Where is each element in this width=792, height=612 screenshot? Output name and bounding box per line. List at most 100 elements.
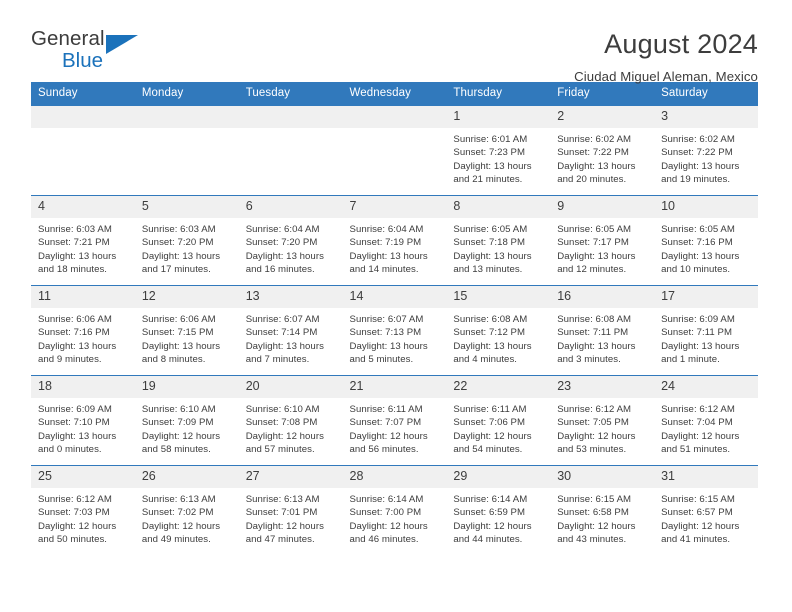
calendar-day-cell[interactable]: 22 Sunrise: 6:11 AM Sunset: 7:06 PM Dayligh… (446, 375, 551, 466)
sunrise-text: Sunrise: 6:07 AM (349, 314, 424, 325)
general-blue-logo[interactable]: General Blue (31, 28, 151, 76)
calendar-day-cell[interactable]: 5 Sunrise: 6:03 AM Sunset: 7:20 PM Daylight… (134, 195, 239, 286)
day-details: Sunrise: 6:07 AM Sunset: 7:14 PM Daylight:… (239, 308, 343, 366)
daylight-text-line2: and 43 minutes. (557, 533, 627, 545)
daylight-text-line1: Daylight: 12 hours (557, 520, 636, 532)
calendar-day-cell[interactable]: 13 Sunrise: 6:07 AM Sunset: 7:14 PM Dayligh… (238, 285, 343, 376)
calendar-day-cell[interactable]: 10 Sunrise: 6:05 AM Sunset: 7:16 PM Dayligh… (654, 195, 758, 286)
daylight-text-line1: Daylight: 13 hours (453, 340, 532, 352)
sunrise-text: Sunrise: 6:12 AM (661, 404, 735, 415)
sunrise-text: Sunrise: 6:05 AM (453, 224, 528, 235)
daylight-text-line1: Daylight: 13 hours (245, 250, 324, 262)
day-details: Sunrise: 6:10 AM Sunset: 7:09 PM Daylight:… (135, 398, 239, 456)
daylight-text-line2: and 10 minutes. (661, 263, 731, 275)
sunrise-text: Sunrise: 6:13 AM (245, 494, 320, 505)
sunset-text: Sunset: 7:09 PM (141, 417, 214, 429)
daylight-text-line2: and 13 minutes. (453, 263, 523, 275)
day-number: 25 (31, 466, 135, 488)
day-details: Sunrise: 6:08 AM Sunset: 7:12 PM Daylight:… (446, 308, 550, 366)
daylight-text-line2: and 50 minutes. (38, 533, 108, 545)
day-number: 30 (550, 466, 655, 488)
daylight-text-line1: Daylight: 12 hours (245, 520, 324, 532)
daylight-text-line2: and 19 minutes. (661, 173, 731, 185)
calendar-day-cell[interactable]: 25 Sunrise: 6:12 AM Sunset: 7:03 PM Dayligh… (31, 465, 135, 556)
day-details: Sunrise: 6:14 AM Sunset: 6:59 PM Daylight:… (446, 488, 550, 546)
daylight-text-line1: Daylight: 13 hours (557, 160, 636, 172)
calendar-day-cell[interactable]: 3 Sunrise: 6:02 AM Sunset: 7:22 PM Daylight… (654, 105, 758, 196)
calendar-day-cell[interactable]: 30 Sunrise: 6:15 AM Sunset: 6:58 PM Dayligh… (550, 465, 655, 556)
daylight-text-line2: and 12 minutes. (557, 263, 627, 275)
daylight-text-line2: and 46 minutes. (349, 533, 419, 545)
day-details: Sunrise: 6:03 AM Sunset: 7:20 PM Daylight:… (135, 218, 239, 276)
calendar-day-cell[interactable]: 4 Sunrise: 6:03 AM Sunset: 7:21 PM Daylight… (31, 195, 135, 286)
daylight-text-line1: Daylight: 13 hours (557, 250, 636, 262)
calendar-day-cell-empty (134, 105, 239, 196)
calendar-day-cell[interactable]: 29 Sunrise: 6:14 AM Sunset: 6:59 PM Dayligh… (446, 465, 551, 556)
sunrise-text: Sunrise: 6:11 AM (453, 404, 527, 415)
daylight-text-line1: Daylight: 12 hours (38, 520, 117, 532)
daylight-text-line1: Daylight: 12 hours (453, 520, 532, 532)
daylight-text-line2: and 49 minutes. (141, 533, 211, 545)
sunset-text: Sunset: 7:02 PM (141, 507, 214, 519)
calendar-day-cell[interactable]: 20 Sunrise: 6:10 AM Sunset: 7:08 PM Dayligh… (238, 375, 343, 466)
calendar-day-cell[interactable]: 7 Sunrise: 6:04 AM Sunset: 7:19 PM Daylight… (342, 195, 447, 286)
day-number: 1 (446, 106, 551, 128)
logo-triangle-icon (106, 35, 138, 54)
calendar-page: General Blue August 2024 Ciudad Miguel A… (0, 0, 792, 612)
daylight-text-line2: and 18 minutes. (38, 263, 108, 275)
calendar-day-cell[interactable]: 14 Sunrise: 6:07 AM Sunset: 7:13 PM Dayligh… (342, 285, 447, 376)
calendar-day-cell[interactable]: 15 Sunrise: 6:08 AM Sunset: 7:12 PM Dayligh… (446, 285, 551, 376)
sunset-text: Sunset: 7:10 PM (38, 417, 110, 429)
daylight-text-line1: Daylight: 13 hours (453, 250, 532, 262)
sunrise-text: Sunrise: 6:14 AM (453, 494, 528, 505)
calendar-day-cell[interactable]: 12 Sunrise: 6:06 AM Sunset: 7:15 PM Dayligh… (134, 285, 239, 376)
calendar-day-cell[interactable]: 31 Sunrise: 6:15 AM Sunset: 6:57 PM Dayligh… (654, 465, 758, 556)
calendar-day-cell[interactable]: 23 Sunrise: 6:12 AM Sunset: 7:05 PM Dayligh… (550, 375, 655, 466)
daylight-text-line1: Daylight: 12 hours (349, 520, 428, 532)
calendar-day-cell[interactable]: 17 Sunrise: 6:09 AM Sunset: 7:11 PM Dayligh… (654, 285, 758, 376)
day-details: Sunrise: 6:05 AM Sunset: 7:18 PM Daylight:… (446, 218, 550, 276)
sunrise-text: Sunrise: 6:15 AM (661, 494, 735, 505)
calendar-day-cell[interactable]: 21 Sunrise: 6:11 AM Sunset: 7:07 PM Dayligh… (342, 375, 447, 466)
calendar-week-row: 25 Sunrise: 6:12 AM Sunset: 7:03 PM Dayligh… (31, 465, 758, 556)
calendar-day-cell[interactable]: 1 Sunrise: 6:01 AM Sunset: 7:23 PM Daylight… (446, 105, 551, 196)
sunrise-text: Sunrise: 6:04 AM (349, 224, 424, 235)
calendar-day-cell[interactable]: 6 Sunrise: 6:04 AM Sunset: 7:20 PM Daylight… (238, 195, 343, 286)
day-number: 2 (550, 106, 655, 128)
day-number: 11 (31, 286, 135, 308)
sunset-text: Sunset: 7:19 PM (349, 237, 422, 249)
day-number: 19 (134, 376, 239, 398)
day-details: Sunrise: 6:05 AM Sunset: 7:17 PM Daylight:… (550, 218, 654, 276)
day-number: 4 (31, 196, 135, 218)
sunset-text: Sunset: 7:21 PM (38, 237, 110, 249)
daylight-text-line1: Daylight: 13 hours (141, 250, 221, 262)
calendar-day-cell[interactable]: 18 Sunrise: 6:09 AM Sunset: 7:10 PM Dayligh… (31, 375, 135, 466)
calendar-day-cell[interactable]: 24 Sunrise: 6:12 AM Sunset: 7:04 PM Dayligh… (654, 375, 758, 466)
calendar-day-cell-empty (31, 105, 135, 196)
calendar-day-cell[interactable]: 11 Sunrise: 6:06 AM Sunset: 7:16 PM Dayligh… (31, 285, 135, 376)
calendar-day-cell[interactable]: 16 Sunrise: 6:08 AM Sunset: 7:11 PM Dayligh… (550, 285, 655, 376)
daylight-text-line1: Daylight: 13 hours (38, 250, 117, 262)
day-number: 29 (446, 466, 551, 488)
title-block: August 2024 Ciudad Miguel Aleman, Mexico (574, 28, 758, 87)
day-details: Sunrise: 6:10 AM Sunset: 7:08 PM Daylight:… (239, 398, 343, 456)
sunrise-text: Sunrise: 6:06 AM (141, 314, 216, 325)
daylight-text-line2: and 17 minutes. (141, 263, 211, 275)
calendar-day-cell[interactable]: 9 Sunrise: 6:05 AM Sunset: 7:17 PM Daylight… (550, 195, 655, 286)
day-details: Sunrise: 6:06 AM Sunset: 7:16 PM Daylight:… (31, 308, 135, 366)
calendar-day-cell[interactable]: 8 Sunrise: 6:05 AM Sunset: 7:18 PM Daylight… (446, 195, 551, 286)
calendar-day-cell[interactable]: 2 Sunrise: 6:02 AM Sunset: 7:22 PM Daylight… (550, 105, 655, 196)
sunrise-text: Sunrise: 6:08 AM (453, 314, 528, 325)
daylight-text-line1: Daylight: 12 hours (661, 520, 740, 532)
daylight-text-line2: and 44 minutes. (453, 533, 523, 545)
calendar-day-cell[interactable]: 27 Sunrise: 6:13 AM Sunset: 7:01 PM Dayligh… (238, 465, 343, 556)
day-details: Sunrise: 6:08 AM Sunset: 7:11 PM Daylight:… (550, 308, 654, 366)
daylight-text-line2: and 56 minutes. (349, 443, 419, 455)
sunset-text: Sunset: 7:16 PM (661, 237, 733, 249)
calendar-day-cell[interactable]: 19 Sunrise: 6:10 AM Sunset: 7:09 PM Dayligh… (134, 375, 239, 466)
day-number: 26 (134, 466, 239, 488)
calendar-day-cell[interactable]: 28 Sunrise: 6:14 AM Sunset: 7:00 PM Dayligh… (342, 465, 447, 556)
day-number: 23 (550, 376, 655, 398)
calendar-day-cell[interactable]: 26 Sunrise: 6:13 AM Sunset: 7:02 PM Dayligh… (134, 465, 239, 556)
weekday-header-sunday: Sunday (31, 82, 135, 106)
